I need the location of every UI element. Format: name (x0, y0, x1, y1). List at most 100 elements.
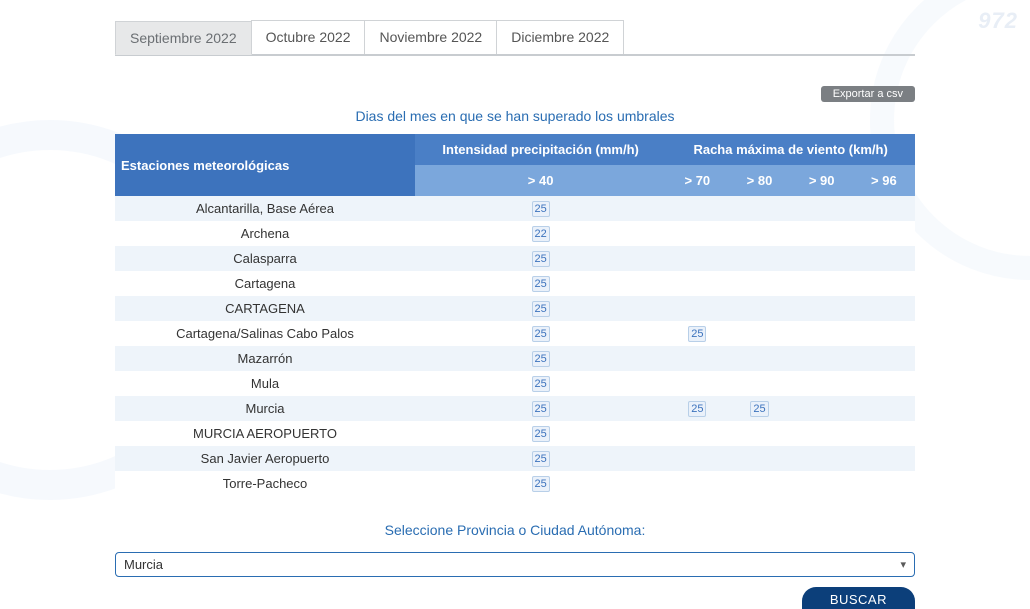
value-cell (728, 446, 790, 471)
value-cell: 25 (415, 446, 666, 471)
col-header-wind: Racha máxima de viento (km/h) (666, 134, 915, 165)
value-cell (666, 221, 728, 246)
value-cell: 25 (666, 321, 728, 346)
station-name-cell: Cartagena (115, 271, 415, 296)
day-badge[interactable]: 25 (750, 401, 768, 417)
value-cell: 25 (415, 371, 666, 396)
station-name-cell: Mazarrón (115, 346, 415, 371)
station-name-cell: Calasparra (115, 246, 415, 271)
col-header-stations: Estaciones meteorológicas (115, 134, 415, 196)
value-cell (728, 196, 790, 221)
value-cell (728, 296, 790, 321)
value-cell (853, 296, 915, 321)
day-badge[interactable]: 25 (688, 326, 706, 342)
day-badge[interactable]: 25 (532, 451, 550, 467)
table-row: Torre-Pacheco 25 (115, 471, 915, 496)
value-cell (853, 346, 915, 371)
value-cell (728, 471, 790, 496)
day-badge[interactable]: 25 (532, 426, 550, 442)
value-cell (666, 371, 728, 396)
table-row: Murcia 25 25 25 (115, 396, 915, 421)
col-subheader: > 90 (791, 165, 853, 196)
station-name-cell: Mula (115, 371, 415, 396)
value-cell (666, 346, 728, 371)
province-select[interactable]: Murcia ▾ (115, 552, 915, 577)
day-badge[interactable]: 25 (532, 301, 550, 317)
value-cell (791, 196, 853, 221)
day-badge[interactable]: 25 (532, 376, 550, 392)
value-cell (666, 471, 728, 496)
value-cell: 25 (415, 471, 666, 496)
day-badge[interactable]: 25 (532, 251, 550, 267)
day-badge[interactable]: 25 (532, 401, 550, 417)
table-row: Mula 25 (115, 371, 915, 396)
value-cell (791, 471, 853, 496)
value-cell (791, 446, 853, 471)
value-cell: 22 (415, 221, 666, 246)
value-cell (666, 446, 728, 471)
col-subheader: > 40 (415, 165, 666, 196)
day-badge[interactable]: 25 (532, 276, 550, 292)
value-cell (791, 321, 853, 346)
value-cell (853, 396, 915, 421)
value-cell (853, 446, 915, 471)
value-cell (791, 296, 853, 321)
value-cell: 25 (415, 321, 666, 346)
value-cell (791, 271, 853, 296)
decorative-bg-number: 972 (978, 8, 1018, 34)
tab-month-0[interactable]: Septiembre 2022 (115, 21, 252, 55)
value-cell (728, 221, 790, 246)
export-csv-button[interactable]: Exportar a csv (821, 86, 915, 102)
value-cell (853, 271, 915, 296)
month-tabs: Septiembre 2022Octubre 2022Noviembre 202… (115, 20, 915, 56)
province-select-value: Murcia (124, 557, 163, 572)
tab-month-3[interactable]: Diciembre 2022 (496, 20, 624, 54)
value-cell (728, 346, 790, 371)
value-cell (728, 246, 790, 271)
day-badge[interactable]: 25 (532, 351, 550, 367)
station-name-cell: CARTAGENA (115, 296, 415, 321)
value-cell: 25 (415, 296, 666, 321)
value-cell (791, 246, 853, 271)
day-badge[interactable]: 25 (532, 476, 550, 492)
value-cell: 25 (728, 396, 790, 421)
table-row: Calasparra 25 (115, 246, 915, 271)
value-cell: 25 (415, 246, 666, 271)
value-cell: 25 (666, 396, 728, 421)
value-cell (728, 271, 790, 296)
value-cell (728, 421, 790, 446)
col-subheader: > 96 (853, 165, 915, 196)
value-cell (728, 371, 790, 396)
value-cell: 25 (415, 271, 666, 296)
station-name-cell: Torre-Pacheco (115, 471, 415, 496)
value-cell (853, 471, 915, 496)
tab-month-2[interactable]: Noviembre 2022 (364, 20, 497, 54)
value-cell (728, 321, 790, 346)
tab-month-1[interactable]: Octubre 2022 (251, 20, 366, 54)
thresholds-table: Estaciones meteorológicas Intensidad pre… (115, 134, 915, 496)
value-cell: 25 (415, 346, 666, 371)
value-cell (791, 396, 853, 421)
value-cell (791, 371, 853, 396)
col-subheader: > 70 (666, 165, 728, 196)
station-name-cell: Murcia (115, 396, 415, 421)
value-cell (666, 246, 728, 271)
station-name-cell: Alcantarilla, Base Aérea (115, 196, 415, 221)
value-cell (791, 421, 853, 446)
value-cell (666, 271, 728, 296)
table-row: Alcantarilla, Base Aérea 25 (115, 196, 915, 221)
table-row: CARTAGENA 25 (115, 296, 915, 321)
day-badge[interactable]: 25 (532, 201, 550, 217)
col-subheader: > 80 (728, 165, 790, 196)
value-cell (791, 346, 853, 371)
day-badge[interactable]: 25 (532, 326, 550, 342)
table-row: Cartagena 25 (115, 271, 915, 296)
value-cell (853, 196, 915, 221)
day-badge[interactable]: 25 (688, 401, 706, 417)
table-caption: Dias del mes en que se han superado los … (115, 108, 915, 124)
value-cell (666, 196, 728, 221)
col-header-precip: Intensidad precipitación (mm/h) (415, 134, 666, 165)
value-cell: 25 (415, 396, 666, 421)
station-name-cell: San Javier Aeropuerto (115, 446, 415, 471)
day-badge[interactable]: 22 (532, 226, 550, 242)
